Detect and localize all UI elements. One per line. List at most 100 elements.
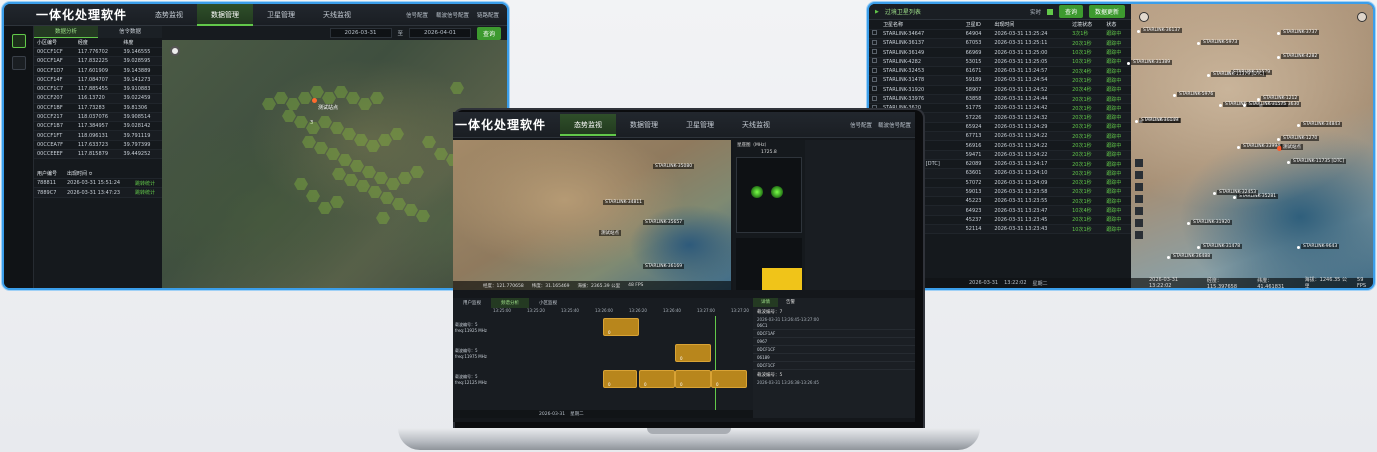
- satellite-dot[interactable]: [1287, 161, 1290, 164]
- query-button[interactable]: 查询: [1058, 5, 1083, 18]
- checkbox-box[interactable]: [872, 76, 877, 82]
- close-icon[interactable]: [170, 46, 180, 56]
- table-row[interactable]: STARLINK-4282 53015 2026-03-31 13:25:05 10次…: [869, 57, 1131, 68]
- satellite-label[interactable]: STARLINK-31575: [1247, 102, 1289, 107]
- satellite-label[interactable]: STARLINK-9643: [1301, 244, 1340, 249]
- satellite-label[interactable]: STARLINK-31478: [1201, 244, 1243, 249]
- cell-hexagon[interactable]: [298, 92, 312, 104]
- laptop-tab-satellite[interactable]: 卫星管理: [672, 114, 728, 136]
- tab-antenna[interactable]: 天线监视: [309, 4, 365, 26]
- tab-data-analysis[interactable]: 数据分析: [34, 26, 98, 38]
- cell-hexagon[interactable]: [354, 134, 368, 146]
- date-start-input[interactable]: 2026-03-31: [329, 28, 392, 38]
- tab-user-monitor[interactable]: 用户监视: [453, 298, 491, 308]
- cell-hexagon[interactable]: [362, 166, 376, 178]
- satellite-label[interactable]: STARLINK-11379 [DTC]: [1211, 72, 1267, 77]
- tab-situation[interactable]: 态势监视: [141, 4, 197, 26]
- table-row[interactable]: 00CCEEEF 117.815879 39.449252: [34, 149, 162, 160]
- row-checkbox[interactable]: [869, 66, 880, 77]
- cell-hexagon[interactable]: [378, 134, 392, 146]
- table-row[interactable]: STARLINK-31920 58907 2026-03-31 13:24:52 20…: [869, 85, 1131, 95]
- satellite-label[interactable]: STARLINK-32453: [1217, 190, 1259, 195]
- table-row[interactable]: STARLINK-36137 67053 2026-03-31 13:25:11 20…: [869, 38, 1131, 49]
- laptop-tab-antenna[interactable]: 天线监视: [728, 114, 784, 136]
- cell-hexagon[interactable]: [344, 174, 358, 186]
- cell-hexagon[interactable]: [366, 140, 380, 152]
- satellite-dot[interactable]: [1135, 120, 1138, 123]
- tab-satellite[interactable]: 卫星管理: [253, 4, 309, 26]
- satellite-label[interactable]: STARLINK-36149: [1139, 118, 1181, 123]
- north-icon[interactable]: [1357, 12, 1367, 22]
- cell-hexagon[interactable]: [342, 128, 356, 140]
- detail-signal[interactable]: 06189: [753, 354, 915, 362]
- satellite-dot[interactable]: [1277, 138, 1280, 141]
- satellite-dot[interactable]: [1197, 246, 1200, 249]
- table-row[interactable]: STARLINK-34647 64904 2026-03-31 13:25:24 3次…: [869, 29, 1131, 40]
- satellite-label[interactable]: STARLINK-34843: [1301, 122, 1343, 127]
- pin-icon[interactable]: [1135, 195, 1143, 203]
- cell-hexagon[interactable]: [374, 172, 388, 184]
- cell-hexagon[interactable]: [306, 122, 320, 134]
- satellite-map[interactable]: 2026-03-31 13:22:02 经度：115.397658 纬度：41.46…: [1127, 4, 1373, 288]
- detail-signal[interactable]: 0967: [753, 338, 915, 346]
- satellite-dot[interactable]: [1297, 246, 1300, 249]
- satellite-label[interactable]: STARLINK-11735 [DTC]: [1291, 159, 1347, 164]
- expand-icon[interactable]: ▶: [875, 9, 879, 15]
- cell-hexagon[interactable]: [368, 186, 382, 198]
- cell-hexagon[interactable]: [350, 160, 364, 172]
- satellite-label[interactable]: STARLINK-35657: [643, 220, 685, 225]
- settings-icon[interactable]: [1135, 183, 1143, 191]
- satellite-dot[interactable]: [1187, 222, 1190, 225]
- satellite-dot[interactable]: [1277, 56, 1280, 59]
- satellite-label[interactable]: STARLINK-5973: [1201, 40, 1240, 45]
- cell-hexagon[interactable]: [282, 110, 296, 122]
- cell-hexagon[interactable]: [286, 98, 300, 110]
- row-checkbox[interactable]: [869, 38, 880, 49]
- signal-block[interactable]: 0: [603, 370, 637, 388]
- cell-hexagon[interactable]: [274, 92, 288, 104]
- cell-hexagon[interactable]: [314, 142, 328, 154]
- table-row[interactable]: 00CCF1CF 117.776702 39.146555: [34, 47, 162, 58]
- realtime-checkbox[interactable]: [1046, 8, 1053, 15]
- signal-block[interactable]: 0: [675, 344, 711, 362]
- table-row[interactable]: STARLINK-33976 63858 2026-03-31 13:24:44 20…: [869, 94, 1131, 105]
- table-row[interactable]: 00CCF1B7 117.384957 39.028142: [34, 121, 162, 132]
- table-row[interactable]: 00CCF207 116.13720 39.022459: [34, 93, 162, 104]
- link-config-link[interactable]: 链路配置: [477, 11, 499, 19]
- cell-hexagon[interactable]: [330, 122, 344, 134]
- cell-hexagon[interactable]: [450, 82, 464, 94]
- signal-block[interactable]: 0: [675, 370, 711, 388]
- query-button[interactable]: 查询: [476, 26, 501, 40]
- play-icon[interactable]: [1135, 231, 1143, 239]
- tab-data-management[interactable]: 数据管理: [197, 4, 254, 26]
- tab-signaling[interactable]: 信令数据: [98, 26, 162, 38]
- signal-block[interactable]: 0: [711, 370, 747, 388]
- checkbox-box[interactable]: [872, 30, 877, 36]
- satellite-label[interactable]: STARLINK-35080: [653, 164, 695, 169]
- laptop-situation-map[interactable]: 经度：121.770658 纬度：31.165469 海拔：2365.39 公里 48…: [453, 140, 731, 290]
- checkbox-box[interactable]: [872, 49, 877, 55]
- date-end-input[interactable]: 2026-04-01: [409, 28, 471, 38]
- satellite-label[interactable]: STARLINK-36169: [643, 264, 685, 269]
- cell-hexagon[interactable]: [294, 178, 308, 190]
- cell-hexagon[interactable]: [346, 92, 360, 104]
- detail-cell-id[interactable]: 0DCF1CF: [753, 362, 915, 370]
- table-row[interactable]: 00CCF14F 117.084707 39.141273: [34, 75, 162, 86]
- table-row[interactable]: 00CCF1FT 118.096131 39.791119: [34, 130, 162, 141]
- cell-hexagon[interactable]: [294, 116, 308, 128]
- cell-hexagon[interactable]: [334, 86, 348, 98]
- tab-cell-monitor[interactable]: 小区监视: [529, 298, 567, 308]
- satellite-dot[interactable]: [1213, 192, 1216, 195]
- checkbox-box[interactable]: [872, 67, 877, 73]
- satellite-label[interactable]: STARLINK-34811: [603, 200, 645, 205]
- cell-hexagon[interactable]: [302, 136, 316, 148]
- row-checkbox[interactable]: [869, 29, 880, 40]
- satellite-dot[interactable]: [1297, 124, 1300, 127]
- beam-config-link[interactable]: 载波信号配置: [436, 11, 469, 19]
- satellite-label[interactable]: STARLINK-3737: [1281, 30, 1320, 35]
- monitor-icon[interactable]: [11, 34, 26, 48]
- cell-hexagon[interactable]: [338, 154, 352, 166]
- jump-stat-link[interactable]: 跳转统计: [132, 187, 162, 198]
- satellite-dot[interactable]: [1237, 146, 1240, 149]
- table-row[interactable]: STARLINK-32453 61671 2026-03-31 13:24:57 20…: [869, 66, 1131, 77]
